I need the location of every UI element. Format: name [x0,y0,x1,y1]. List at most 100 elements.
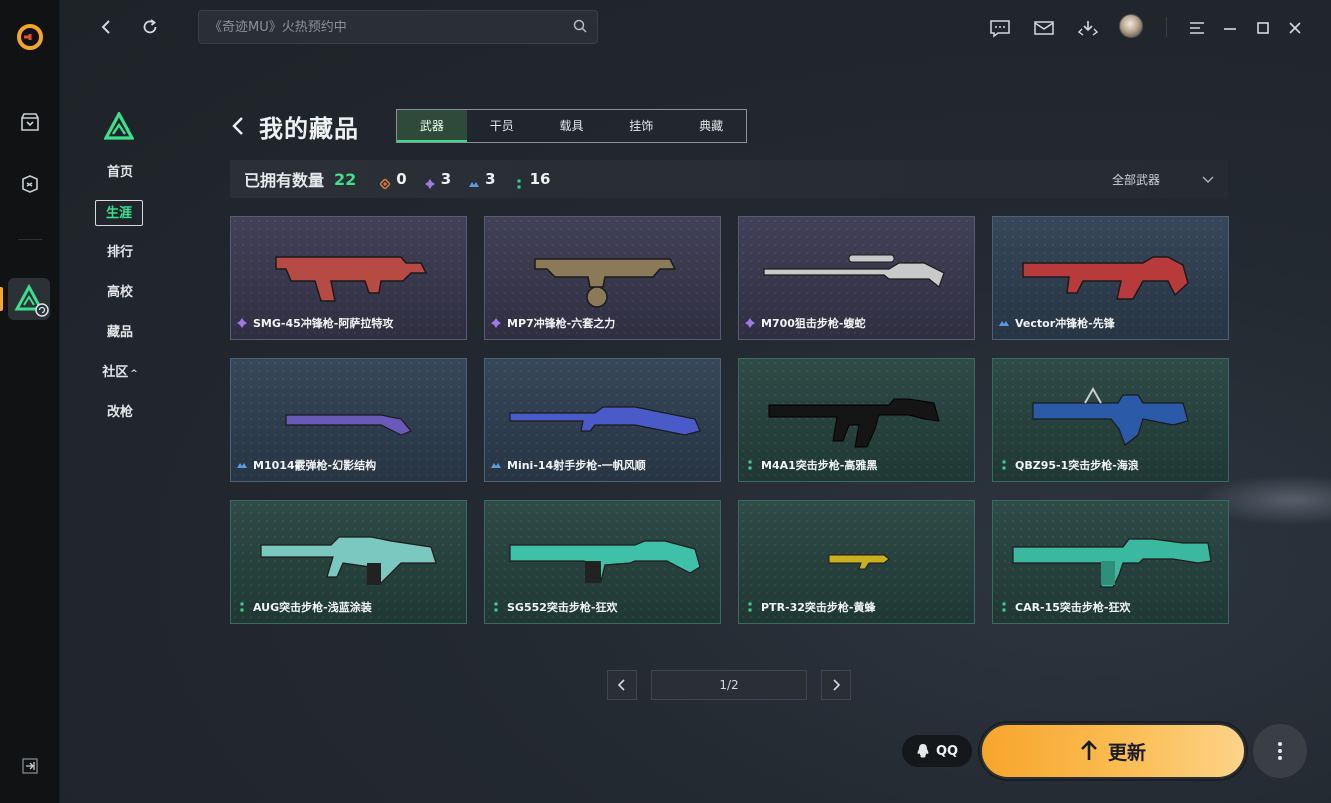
collection-item-card[interactable]: CAR-15突击步枪-狂欢 [992,500,1229,624]
back-icon[interactable] [93,14,119,40]
item-name: PTR-32突击步枪-黄蜂 [745,599,875,615]
weapon-image [231,217,466,315]
page-title: 我的藏品 [259,114,359,143]
delta-force-icon[interactable] [8,278,50,320]
tab[interactable]: 干员 [467,110,537,142]
collection-item-card[interactable]: MP7冲锋枪-六套之力 [484,216,721,340]
subnav-item[interactable]: 高校 [95,280,145,306]
subnav-item[interactable]: 生涯 [95,200,143,226]
item-name: MP7冲锋枪-六套之力 [491,315,615,331]
chat-icon[interactable] [987,14,1013,42]
game-pad-icon[interactable] [16,170,44,198]
menu-icon[interactable] [1185,14,1209,42]
avatar[interactable] [1119,14,1143,38]
collection-grid: SMG-45冲锋枪-阿萨拉特攻 MP7冲锋枪-六套之力 M700狙击步枪-蝮蛇 Vec… [230,216,1229,624]
collection-item-card[interactable]: SG552突击步枪-狂欢 [484,500,721,624]
prev-page-button[interactable] [607,670,637,700]
page-header: 我的藏品 [231,108,359,144]
weapon-image [739,359,974,457]
item-name-text: M1014霰弹枪-幻影结构 [253,459,377,472]
rarity-count: 3 [469,170,496,188]
search-icon[interactable] [573,18,587,37]
collection-item-card[interactable]: M700狙击步枪-蝮蛇 [738,216,975,340]
update-label: 更新 [1107,741,1146,764]
item-name: QBZ95-1突击步枪-海浪 [999,457,1139,473]
chevron-down-icon [1202,173,1214,185]
collection-item-card[interactable]: QBZ95-1突击步枪-海浪 [992,358,1229,482]
item-name-text: CAR-15突击步枪-狂欢 [1015,601,1131,614]
subnav-item[interactable]: 排行 [95,240,145,266]
item-name-text: QBZ95-1突击步枪-海浪 [1015,459,1139,472]
game-logo-icon [103,110,135,140]
minimize-icon[interactable] [1218,14,1242,42]
rarity-purple-icon [237,318,247,328]
weapon-image [485,501,720,599]
weapon-filter-dropdown[interactable]: 全部武器 [1112,160,1214,198]
top-separator [1166,17,1167,37]
rarity-green-icon [745,460,755,470]
rarity-count: 16 [514,170,551,189]
weapon-image [993,359,1228,457]
pagination: 1/2 [607,670,851,700]
sub-navigation: 首页生涯排行高校藏品社区 ^ 改枪 [95,160,175,440]
app-logo-icon[interactable] [15,22,45,52]
qq-label: QQ [935,743,959,759]
collection-item-card[interactable]: PTR-32突击步枪-黄蜂 [738,500,975,624]
tab[interactable]: 挂饰 [606,110,676,142]
rarity-orange-icon [379,174,392,191]
caret-up-icon: ^ [130,369,138,379]
item-name: AUG突击步枪-浅蓝涂装 [237,599,372,615]
rarity-count-value: 16 [529,170,551,188]
top-bar [61,0,1331,55]
item-name: Mini-14射手步枪-一帆风顺 [491,457,646,473]
item-name: M4A1突击步枪-高雅黑 [745,457,877,473]
update-button[interactable]: 更新 [980,723,1246,779]
item-name: SMG-45冲锋枪-阿萨拉特攻 [237,315,393,331]
item-name: CAR-15突击步枪-狂欢 [999,599,1131,615]
rarity-blue-icon [999,318,1009,328]
collection-item-card[interactable]: AUG突击步枪-浅蓝涂装 [230,500,467,624]
close-icon[interactable] [1283,14,1307,42]
rarity-count: 3 [424,170,452,189]
subnav-item-label: 生涯 [105,206,132,221]
rarity-blue-icon [491,460,501,470]
app-rail [0,0,60,803]
qq-button[interactable]: QQ [902,735,972,767]
search-input[interactable] [209,19,573,35]
rarity-counts: 0 3 3 16 [379,170,568,191]
subnav-item[interactable]: 改枪 [95,400,145,426]
maximize-icon[interactable] [1251,14,1275,42]
item-name: SG552突击步枪-狂欢 [491,599,617,615]
subnav-item[interactable]: 藏品 [95,320,145,346]
collapse-icon[interactable] [20,756,40,776]
page-indicator: 1/2 [651,670,807,700]
tab[interactable]: 载具 [537,110,607,142]
mail-icon[interactable] [1031,14,1057,42]
rarity-count: 0 [379,170,407,191]
tab[interactable]: 武器 [397,110,467,142]
subnav-item-label: 藏品 [106,325,133,340]
weapon-image [485,217,720,315]
weapon-image [739,501,974,599]
collection-item-card[interactable]: Vector冲锋枪-先锋 [992,216,1229,340]
tab[interactable]: 典藏 [676,110,746,142]
rarity-count-value: 3 [440,170,452,188]
download-icon[interactable] [1075,14,1101,42]
next-page-button[interactable] [821,670,851,700]
subnav-item[interactable]: 首页 [95,160,145,186]
main-area: 首页生涯排行高校藏品社区^ 改枪 我的藏品 武器干员载具挂饰典藏 已拥有数量 22… [61,0,1331,803]
weapon-image [993,501,1228,599]
rarity-purple-icon [491,318,501,328]
subnav-item[interactable]: 社区 ^ [95,360,145,386]
rarity-blue-icon [469,174,480,187]
collection-item-card[interactable]: M1014霰弹枪-幻影结构 [230,358,467,482]
refresh-icon[interactable] [137,14,163,40]
rail-separator [18,239,42,240]
collection-item-card[interactable]: Mini-14射手步枪-一帆风顺 [484,358,721,482]
more-vertical-icon[interactable] [1253,724,1307,778]
rarity-count-value: 0 [396,170,407,188]
collection-item-card[interactable]: SMG-45冲锋枪-阿萨拉特攻 [230,216,467,340]
chevron-left-icon[interactable] [231,114,251,138]
store-icon[interactable] [16,108,44,136]
collection-item-card[interactable]: M4A1突击步枪-高雅黑 [738,358,975,482]
